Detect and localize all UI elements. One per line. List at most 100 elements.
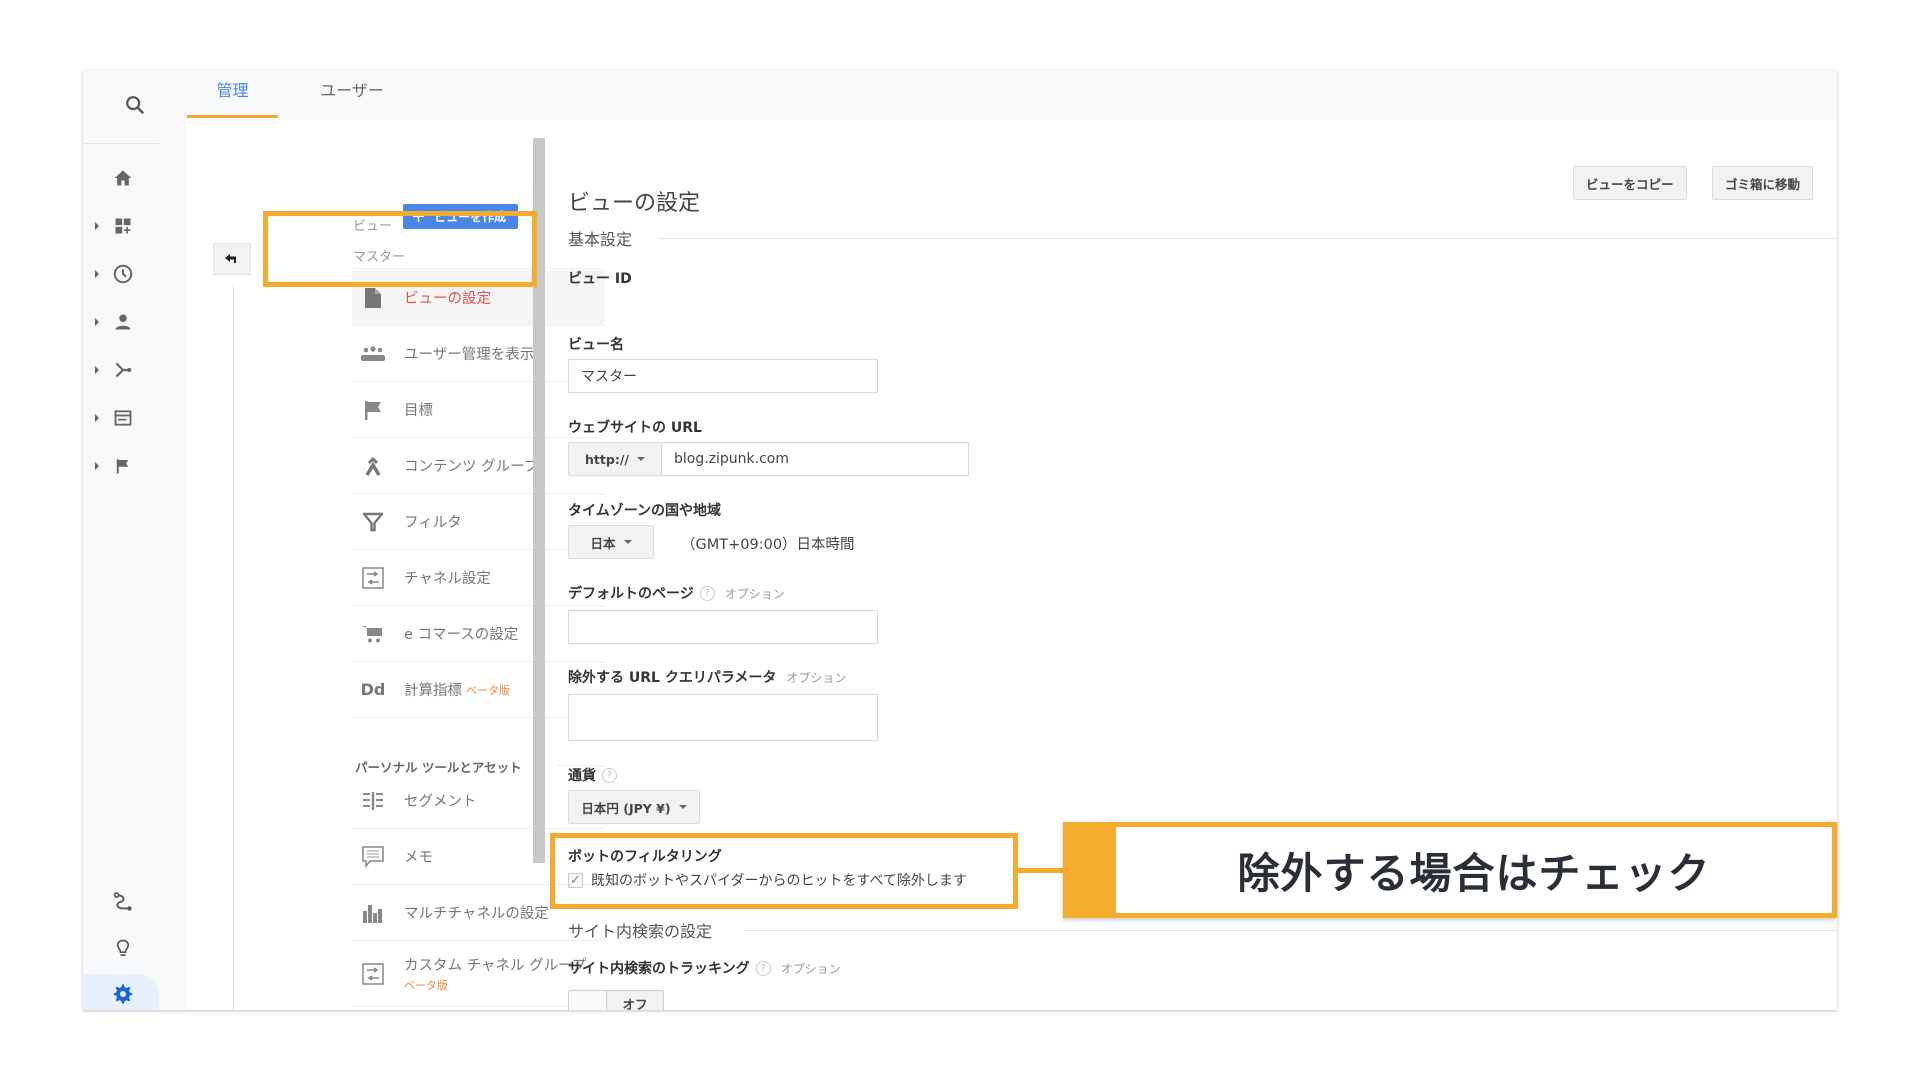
view-name-label-text: ビュー名 <box>568 337 624 353</box>
audience-person-icon <box>107 306 139 338</box>
channel-settings-icon <box>360 961 386 987</box>
help-icon[interactable]: ? <box>602 767 617 783</box>
rail-audience[interactable] <box>83 302 187 342</box>
nav-label: セグメント <box>404 794 477 810</box>
behavior-icon <box>107 402 139 434</box>
default-page-input[interactable] <box>568 610 878 644</box>
rail-realtime[interactable] <box>83 254 187 294</box>
copy-view-button[interactable]: ビューをコピー <box>1573 166 1687 200</box>
channel-settings-icon <box>360 565 386 591</box>
site-search-tracking-label: サイト内検索のトラッキング ? オプション <box>568 958 841 978</box>
bot-filter-label: ボットのフィルタリング <box>568 846 722 866</box>
expand-caret-icon <box>95 318 99 326</box>
admin-gear-icon <box>107 978 139 1010</box>
chevron-down-icon <box>636 457 645 461</box>
optional-tag: オプション <box>724 586 785 601</box>
rail-admin[interactable] <box>83 974 159 1010</box>
exclude-params-label-text: 除外する URL クエリパラメータ <box>568 670 777 686</box>
timezone-label: タイムゾーンの国や地域 <box>568 500 721 520</box>
calculated-metrics-icon: Dd <box>360 680 386 699</box>
create-view-label: ビューを作成 <box>434 210 507 224</box>
exclude-params-label: 除外する URL クエリパラメータ オプション <box>568 667 846 687</box>
content-grouping-icon <box>360 453 386 479</box>
customization-icon <box>107 210 139 242</box>
site-search-toggle[interactable]: オフ <box>568 990 664 1010</box>
search-icon <box>126 96 145 115</box>
home-icon <box>107 162 139 194</box>
left-rail <box>83 70 187 1010</box>
column-scrollbar[interactable] <box>533 138 545 863</box>
hierarchy-line <box>233 285 234 1010</box>
rail-divider <box>83 143 159 144</box>
country-dropdown[interactable]: 日本 <box>568 525 654 559</box>
rail-customization[interactable] <box>83 206 187 246</box>
plus-icon: + <box>411 205 427 227</box>
document-icon <box>360 285 386 311</box>
cart-icon <box>360 621 386 647</box>
view-label: ビュー <box>353 219 393 234</box>
move-to-trash-button[interactable]: ゴミ箱に移動 <box>1712 166 1814 200</box>
currency-value: 日本円 (JPY ¥) <box>581 800 671 816</box>
expand-caret-icon <box>95 222 99 230</box>
exclude-params-textarea[interactable] <box>568 694 878 741</box>
help-icon[interactable]: ? <box>755 960 771 976</box>
flag-icon <box>360 397 386 423</box>
segments-icon <box>360 788 386 814</box>
nav-label: マルチチャネルの設定 <box>404 906 549 922</box>
callout-inner: 除外する場合はチェック <box>1116 827 1832 913</box>
bot-filter-row[interactable]: ✓ 既知のボットやスパイダーからのヒットをすべて除外します <box>568 870 967 890</box>
users-group-icon <box>360 341 386 367</box>
conversions-flag-icon <box>107 450 139 482</box>
rail-behavior[interactable] <box>83 398 187 438</box>
tab-user[interactable]: ユーザー <box>297 70 407 120</box>
rail-acquisition[interactable] <box>83 350 187 390</box>
currency-label: 通貨 ? <box>568 765 617 785</box>
nav-label: チャネル設定 <box>404 571 491 587</box>
tab-bar: 管理 ユーザー <box>187 70 1837 120</box>
protocol-dropdown[interactable]: http:// <box>568 442 661 476</box>
optional-tag: オプション <box>780 961 841 976</box>
view-id-label-text: ビュー ID <box>568 271 632 287</box>
nav-label: ビューの設定 <box>404 291 491 307</box>
create-view-button[interactable]: + ビューを作成 <box>403 204 519 229</box>
basic-settings-heading: 基本設定 <box>568 230 633 249</box>
view-name-input[interactable]: マスター <box>568 359 878 393</box>
currency-dropdown[interactable]: 日本円 (JPY ¥) <box>568 790 700 824</box>
website-url-label: ウェブサイトの URL <box>568 417 702 437</box>
nav-label: 目標 <box>404 403 433 419</box>
rail-home[interactable] <box>83 158 187 198</box>
bot-filter-checkbox[interactable]: ✓ <box>568 872 583 888</box>
beta-badge: ベータ版 <box>466 683 510 697</box>
timezone-value: （GMT+09:00）日本時間 <box>681 537 855 553</box>
nav-label: メモ <box>404 850 433 866</box>
callout-box: 除外する場合はチェック <box>1063 822 1837 918</box>
view-name-label: ビュー名 <box>568 334 624 354</box>
bot-filter-checkbox-label: 既知のボットやスパイダーからのヒットをすべて除外します <box>591 873 967 889</box>
rail-conversions[interactable] <box>83 446 187 486</box>
acquisition-icon <box>107 354 139 386</box>
rail-attribution[interactable] <box>83 880 187 924</box>
filter-icon <box>360 509 386 535</box>
chevron-down-icon <box>623 540 632 544</box>
country-value: 日本 <box>590 535 616 551</box>
toggle-knob <box>569 991 607 1010</box>
view-selector[interactable]: マスター <box>353 246 405 265</box>
default-page-label: デフォルトのページ ? オプション <box>568 583 785 603</box>
tab-admin[interactable]: 管理 <box>187 70 278 120</box>
page-title: ビューの設定 <box>568 191 701 216</box>
bot-filter-label-text: ボットのフィルタリング <box>568 849 722 865</box>
website-url-input[interactable]: blog.zipunk.com <box>661 442 969 476</box>
bar-chart-icon <box>360 900 386 926</box>
nav-label: コンテンツ グループ <box>404 459 539 475</box>
timezone-label-text: タイムゾーンの国や地域 <box>568 503 722 519</box>
site-search-tracking-label-text: サイト内検索のトラッキング <box>568 961 750 977</box>
site-search-heading: サイト内検索の設定 <box>568 922 713 941</box>
list-divider <box>353 268 603 269</box>
back-button[interactable] <box>213 243 251 275</box>
search-button[interactable] <box>83 70 187 140</box>
view-id-label: ビュー ID <box>568 268 632 288</box>
rail-discover[interactable] <box>83 926 187 970</box>
optional-tag: オプション <box>786 670 847 685</box>
help-icon[interactable]: ? <box>699 585 715 601</box>
expand-caret-icon <box>95 270 99 278</box>
